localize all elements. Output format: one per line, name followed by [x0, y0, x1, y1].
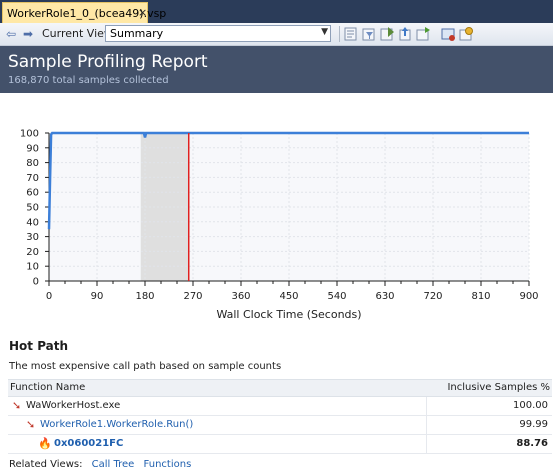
- x-axis-label: Wall Clock Time (Seconds): [216, 308, 361, 321]
- table-row[interactable]: ➘ WorkerRole1.WorkerRole.Run() 99.99: [8, 416, 552, 435]
- y-tick-label: 60: [26, 188, 39, 199]
- table-row[interactable]: ➘ WaWorkerHost.exe 100.00: [8, 397, 552, 416]
- function-name: WaWorkerHost.exe: [26, 400, 121, 411]
- x-tick-label: 90: [91, 291, 104, 302]
- y-tick-label: 20: [26, 247, 39, 258]
- function-name-link[interactable]: WorkerRole1.WorkerRole.Run(): [40, 419, 193, 430]
- y-tick-label: 90: [26, 143, 39, 154]
- y-tick-label: 10: [26, 262, 39, 273]
- x-tick-label: 360: [231, 291, 250, 302]
- hot-path-table: Function Name Inclusive Samples % ➘ WaWo…: [8, 379, 552, 454]
- inclusive-samples-value: 100.00: [513, 400, 548, 411]
- cpu-usage-chart: 0 10 20 30 40 50 60 70 80 90 100 0 90 180 270 360 450 540…: [20, 129, 539, 322]
- table-row[interactable]: 🔥 0x060021FC 88.76: [8, 435, 552, 454]
- chevron-down-icon: ▼: [321, 27, 328, 37]
- report-subtitle: 168,870 total samples collected: [8, 75, 169, 86]
- x-tick-label: 900: [519, 291, 538, 302]
- x-tick-label: 0: [46, 291, 52, 302]
- show-trimmed-calls-icon[interactable]: [343, 26, 359, 42]
- inclusive-samples-value: 99.99: [519, 419, 548, 430]
- y-tick-label: 80: [26, 158, 39, 169]
- x-tick-label: 720: [423, 291, 442, 302]
- function-name-link[interactable]: 0x060021FC: [54, 438, 123, 449]
- related-views: Related Views: Call Tree Functions: [9, 459, 197, 470]
- x-tick-label: 810: [471, 291, 490, 302]
- y-tick-label: 30: [26, 232, 39, 243]
- y-tick-label: 40: [26, 217, 39, 228]
- hot-path-arrow-icon: ➘: [26, 418, 36, 431]
- report-header: Sample Profiling Report 168,870 total sa…: [0, 46, 553, 93]
- x-tick-label: 450: [279, 291, 298, 302]
- x-tick-label: 180: [135, 291, 154, 302]
- close-tab-icon[interactable]: ×: [138, 6, 147, 19]
- functions-link[interactable]: Functions: [144, 459, 192, 470]
- report-toolbar: ⇦ ➡ Current View: Summary ▼: [0, 23, 553, 46]
- compare-icon[interactable]: [379, 26, 395, 42]
- document-tab-strip: WorkerRole1_0_(bcea49).vsp ×: [0, 0, 553, 23]
- filter-icon[interactable]: [361, 26, 377, 42]
- current-view-value: Summary: [110, 27, 164, 40]
- hot-path-arrow-icon: ➘: [12, 399, 22, 412]
- column-function-name[interactable]: Function Name: [10, 382, 85, 393]
- y-tick-label: 50: [26, 203, 39, 214]
- x-tick-label: 270: [183, 291, 202, 302]
- hot-path-title: Hot Path: [9, 339, 69, 353]
- settings-icon[interactable]: [458, 26, 474, 42]
- export-icon[interactable]: [397, 26, 413, 42]
- current-view-select[interactable]: Summary ▼: [105, 25, 331, 42]
- save-analyzed-icon[interactable]: [415, 26, 431, 42]
- related-views-label: Related Views:: [9, 459, 83, 470]
- back-arrow-icon[interactable]: ⇦: [6, 27, 16, 41]
- document-tab[interactable]: WorkerRole1_0_(bcea49).vsp ×: [2, 2, 166, 23]
- y-tick-label: 0: [33, 277, 39, 288]
- table-header: Function Name Inclusive Samples %: [8, 379, 552, 397]
- report-title: Sample Profiling Report: [8, 52, 208, 72]
- show-marks-icon[interactable]: [440, 26, 456, 42]
- inclusive-samples-value: 88.76: [516, 438, 548, 449]
- toolbar-separator: [339, 26, 340, 42]
- hot-item-flame-icon: 🔥: [38, 437, 52, 450]
- x-tick-label: 540: [327, 291, 346, 302]
- y-tick-label: 70: [26, 173, 39, 184]
- x-tick-label: 630: [375, 291, 394, 302]
- hot-path-description: The most expensive call path based on sa…: [9, 361, 282, 372]
- column-inclusive-samples[interactable]: Inclusive Samples %: [447, 382, 550, 393]
- call-tree-link[interactable]: Call Tree: [92, 459, 135, 470]
- forward-arrow-icon[interactable]: ➡: [23, 27, 33, 41]
- y-tick-label: 100: [20, 129, 39, 140]
